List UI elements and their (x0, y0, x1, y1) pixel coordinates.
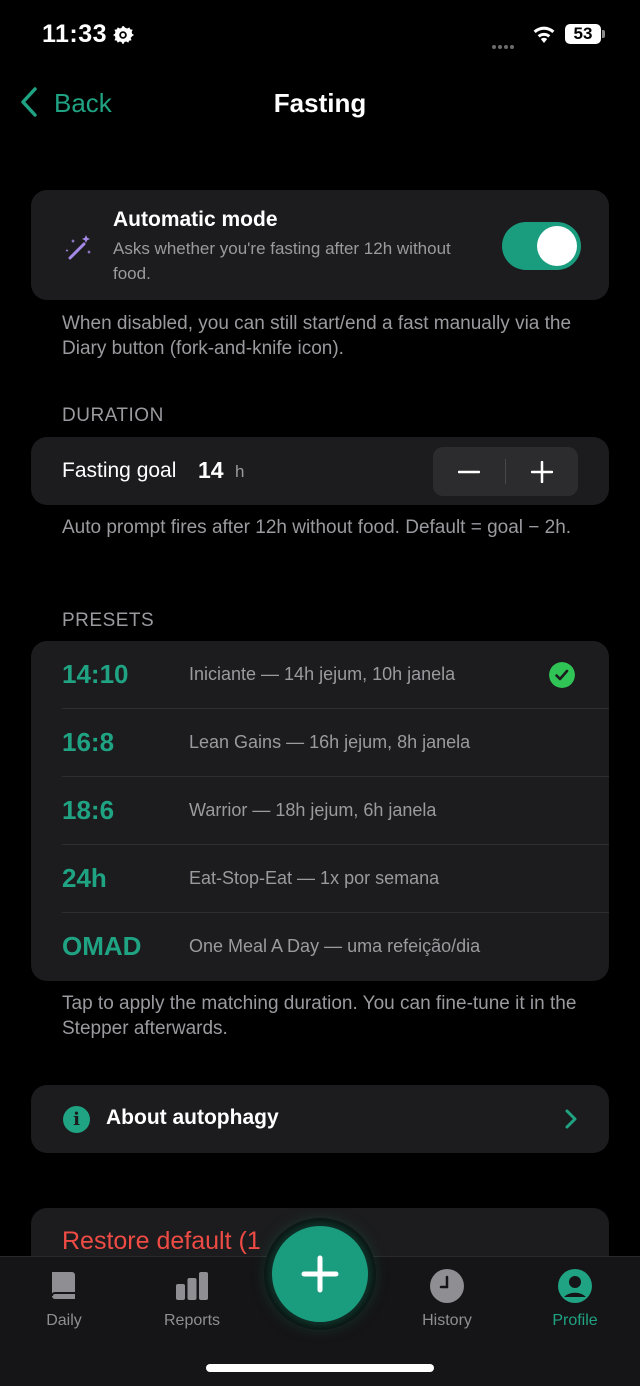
preset-code: 16:8 (62, 727, 115, 757)
toggle-knob (537, 226, 577, 266)
battery-nub (602, 30, 605, 38)
page-title: Fasting (273, 88, 367, 118)
tab-history-label: History (422, 1312, 472, 1329)
tab-history[interactable]: History (402, 1268, 492, 1330)
battery-indicator: 53 (565, 24, 601, 44)
duration-header: DURATION (62, 405, 164, 426)
clock-icon (430, 1269, 464, 1303)
automatic-mode-note: When disabled, you can still start/end a… (62, 313, 572, 359)
decrement-button[interactable] (433, 447, 505, 496)
status-time: 11:33 (42, 20, 108, 48)
preset-code: 24h (62, 863, 107, 893)
preset-row[interactable]: 18:6 Warrior — 18h jejum, 6h janela (31, 777, 609, 845)
settings-gear-icon (113, 26, 135, 44)
cellular-signal-icon (492, 36, 516, 54)
automatic-mode-title: Automatic mode (113, 208, 278, 231)
preset-code: 18:6 (62, 795, 115, 825)
tab-daily-label: Daily (46, 1312, 82, 1329)
profile-icon (558, 1269, 592, 1303)
preset-row[interactable]: OMAD One Meal A Day — uma refeição/dia (31, 913, 609, 981)
wifi-icon (533, 26, 555, 43)
home-indicator (206, 1364, 434, 1372)
add-entry-button[interactable] (272, 1226, 368, 1322)
tab-reports[interactable]: Reports (147, 1268, 237, 1330)
preset-code: OMAD (62, 931, 142, 961)
presets-header: PRESETS (62, 610, 155, 631)
fasting-goal-stepper (433, 447, 578, 496)
fasting-goal-label: Fasting goal (62, 459, 177, 482)
preset-description: Lean Gains — 16h jejum, 8h janela (189, 732, 471, 752)
presets-note: Tap to apply the matching duration. You … (62, 993, 577, 1039)
restore-default-label: Restore default (1 (62, 1227, 261, 1255)
automatic-mode-toggle[interactable] (502, 222, 581, 270)
chevron-right-icon (565, 1109, 577, 1129)
preset-description: One Meal A Day — uma refeição/dia (189, 936, 481, 956)
plus-icon (531, 460, 553, 483)
tab-profile-label: Profile (552, 1312, 598, 1329)
about-autophagy-label: About autophagy (106, 1106, 279, 1129)
minus-icon (458, 470, 480, 473)
tab-reports-label: Reports (163, 1312, 221, 1329)
plus-icon (301, 1255, 339, 1293)
preset-row[interactable]: 24h Eat-Stop-Eat — 1x por semana (31, 845, 609, 913)
book-icon (51, 1272, 75, 1299)
selected-checkmark-icon (549, 662, 575, 688)
preset-description: Warrior — 18h jejum, 6h janela (189, 800, 437, 820)
bar-chart-icon (176, 1272, 208, 1300)
presets-card: 14:10 Iniciante — 14h jejum, 10h janela 16… (31, 641, 609, 981)
tab-daily[interactable]: Daily (19, 1268, 109, 1330)
fasting-goal-unit: h (235, 462, 245, 481)
info-icon: i (63, 1106, 90, 1133)
duration-note: Auto prompt fires after 12h without food… (62, 517, 572, 538)
preset-code: 14:10 (62, 659, 129, 689)
preset-row[interactable]: 14:10 Iniciante — 14h jejum, 10h janela (31, 641, 609, 709)
preset-description: Iniciante — 14h jejum, 10h janela (189, 664, 456, 684)
preset-description: Eat-Stop-Eat — 1x por semana (189, 868, 440, 888)
increment-button[interactable] (506, 447, 578, 496)
automatic-mode-subtitle: Asks whether you're fasting after 12h wi… (113, 239, 451, 283)
fasting-goal-value: 14 (198, 457, 224, 483)
tab-profile[interactable]: Profile (530, 1268, 620, 1330)
preset-row[interactable]: 16:8 Lean Gains — 16h jejum, 8h janela (31, 709, 609, 777)
magic-wand-sparkles-icon (65, 235, 91, 260)
